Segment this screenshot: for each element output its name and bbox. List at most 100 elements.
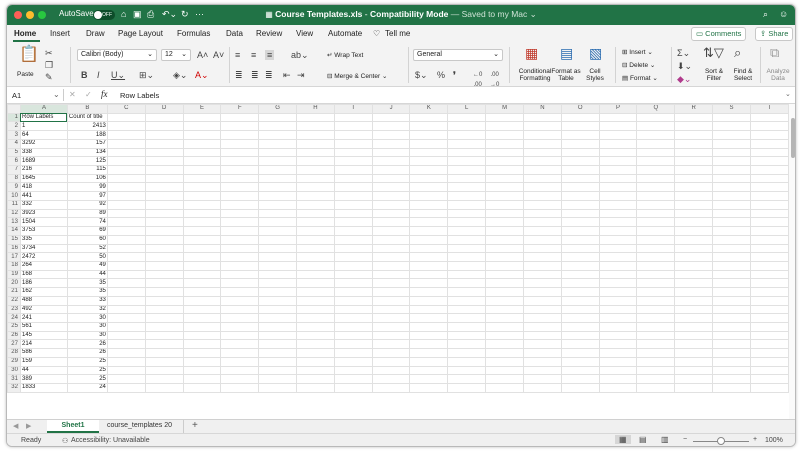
cut-icon[interactable]: ✂ (45, 48, 53, 58)
cell[interactable] (144, 348, 184, 358)
column-header[interactable]: L (447, 104, 487, 114)
cell[interactable] (749, 295, 789, 306)
cell[interactable] (560, 278, 600, 289)
cell[interactable] (182, 165, 222, 175)
cell[interactable] (106, 287, 146, 297)
conditional-formatting-button[interactable]: Conditional Formatting (514, 68, 556, 82)
cell[interactable] (409, 121, 449, 132)
fill-icon[interactable]: ⬇⌄ (677, 61, 692, 71)
cell[interactable] (409, 173, 449, 184)
cell[interactable] (749, 191, 789, 201)
cell[interactable] (485, 234, 524, 245)
format-as-table-button[interactable]: Format as Table (551, 68, 581, 82)
cell[interactable] (749, 348, 789, 358)
cell[interactable] (409, 182, 449, 193)
row-header[interactable]: 25 (7, 321, 21, 332)
cell[interactable] (522, 182, 562, 193)
paste-icon[interactable]: 📋 (19, 47, 39, 63)
cell[interactable] (598, 321, 638, 332)
cell[interactable] (674, 147, 714, 158)
cell[interactable] (258, 260, 298, 271)
cell[interactable] (258, 226, 298, 236)
cell[interactable] (258, 365, 298, 376)
row-header[interactable]: 3 (7, 130, 21, 140)
cell[interactable] (522, 165, 562, 175)
cell[interactable] (636, 269, 676, 280)
cell[interactable] (447, 130, 487, 140)
cell[interactable] (371, 217, 411, 228)
cell[interactable] (636, 165, 676, 175)
align-center-icon[interactable]: ≣ (251, 70, 259, 80)
cell[interactable] (144, 147, 184, 158)
cell[interactable] (144, 191, 184, 201)
cell[interactable] (522, 365, 562, 376)
next-sheet-icon[interactable]: ▶ (26, 422, 31, 430)
name-box-dropdown-icon[interactable]: ⌄ (53, 90, 60, 99)
cell[interactable] (674, 252, 714, 262)
align-top-icon[interactable]: ≡ (235, 50, 240, 60)
cell[interactable] (258, 278, 298, 289)
cell[interactable] (409, 287, 449, 297)
align-right-icon[interactable]: ≣ (265, 70, 273, 80)
cell[interactable] (636, 234, 676, 245)
cell[interactable] (598, 260, 638, 271)
cell[interactable] (522, 348, 562, 358)
cell[interactable] (258, 321, 298, 332)
cell[interactable] (333, 138, 373, 149)
cell[interactable] (712, 374, 751, 384)
cell[interactable] (636, 173, 676, 184)
cell[interactable] (296, 156, 335, 167)
tab-automate[interactable]: Automate (328, 29, 362, 38)
cell[interactable] (258, 304, 298, 315)
cell[interactable] (485, 339, 524, 350)
cell[interactable] (712, 278, 751, 289)
cell[interactable] (409, 374, 449, 384)
cell[interactable] (258, 313, 298, 323)
cell[interactable] (560, 313, 600, 323)
cell[interactable] (674, 295, 714, 306)
cell[interactable] (296, 295, 335, 306)
cell[interactable] (522, 121, 562, 132)
cell[interactable] (106, 260, 146, 271)
cell[interactable] (636, 287, 676, 297)
cell[interactable] (258, 217, 298, 228)
cell[interactable]: 1689 (19, 156, 68, 167)
cell[interactable] (636, 339, 676, 350)
row-header[interactable]: 14 (7, 226, 21, 236)
cell[interactable] (674, 182, 714, 193)
cell[interactable] (220, 199, 260, 210)
fill-color-icon[interactable]: ◈⌄ (173, 70, 187, 80)
cell[interactable] (598, 208, 638, 219)
align-middle-icon[interactable]: ≡ (251, 50, 256, 60)
page-break-view-icon[interactable]: ▥ (661, 435, 669, 444)
cell[interactable] (182, 278, 222, 289)
formula-input[interactable]: Row Labels (120, 91, 159, 100)
decrease-indent-icon[interactable]: ⇤ (283, 70, 291, 80)
cell[interactable] (674, 217, 714, 228)
cell[interactable] (371, 365, 411, 376)
cell[interactable] (333, 287, 373, 297)
cell[interactable] (296, 304, 335, 315)
cell[interactable] (749, 339, 789, 350)
cell[interactable]: 188 (66, 130, 108, 140)
cell[interactable] (560, 173, 600, 184)
cell[interactable] (560, 112, 600, 123)
cell[interactable] (333, 383, 373, 393)
cell[interactable] (636, 130, 676, 140)
cell[interactable] (447, 173, 487, 184)
cell[interactable]: 50 (66, 252, 108, 262)
cell[interactable] (636, 138, 676, 149)
cell[interactable]: 1504 (19, 217, 68, 228)
row-header[interactable]: 20 (7, 278, 21, 289)
cell[interactable] (296, 130, 335, 140)
cell[interactable] (182, 330, 222, 341)
cell[interactable]: 3923 (19, 208, 68, 219)
cell[interactable] (560, 208, 600, 219)
cell[interactable] (447, 374, 487, 384)
cell[interactable] (674, 208, 714, 219)
cell[interactable]: 2413 (66, 121, 108, 132)
row-header[interactable]: 31 (7, 374, 21, 384)
align-left-icon[interactable]: ≣ (235, 70, 243, 80)
cell[interactable] (333, 278, 373, 289)
spreadsheet-table[interactable]: ABCDEFGHIJKLMNOPQRST 1 Row Labels Count of… (7, 104, 789, 393)
